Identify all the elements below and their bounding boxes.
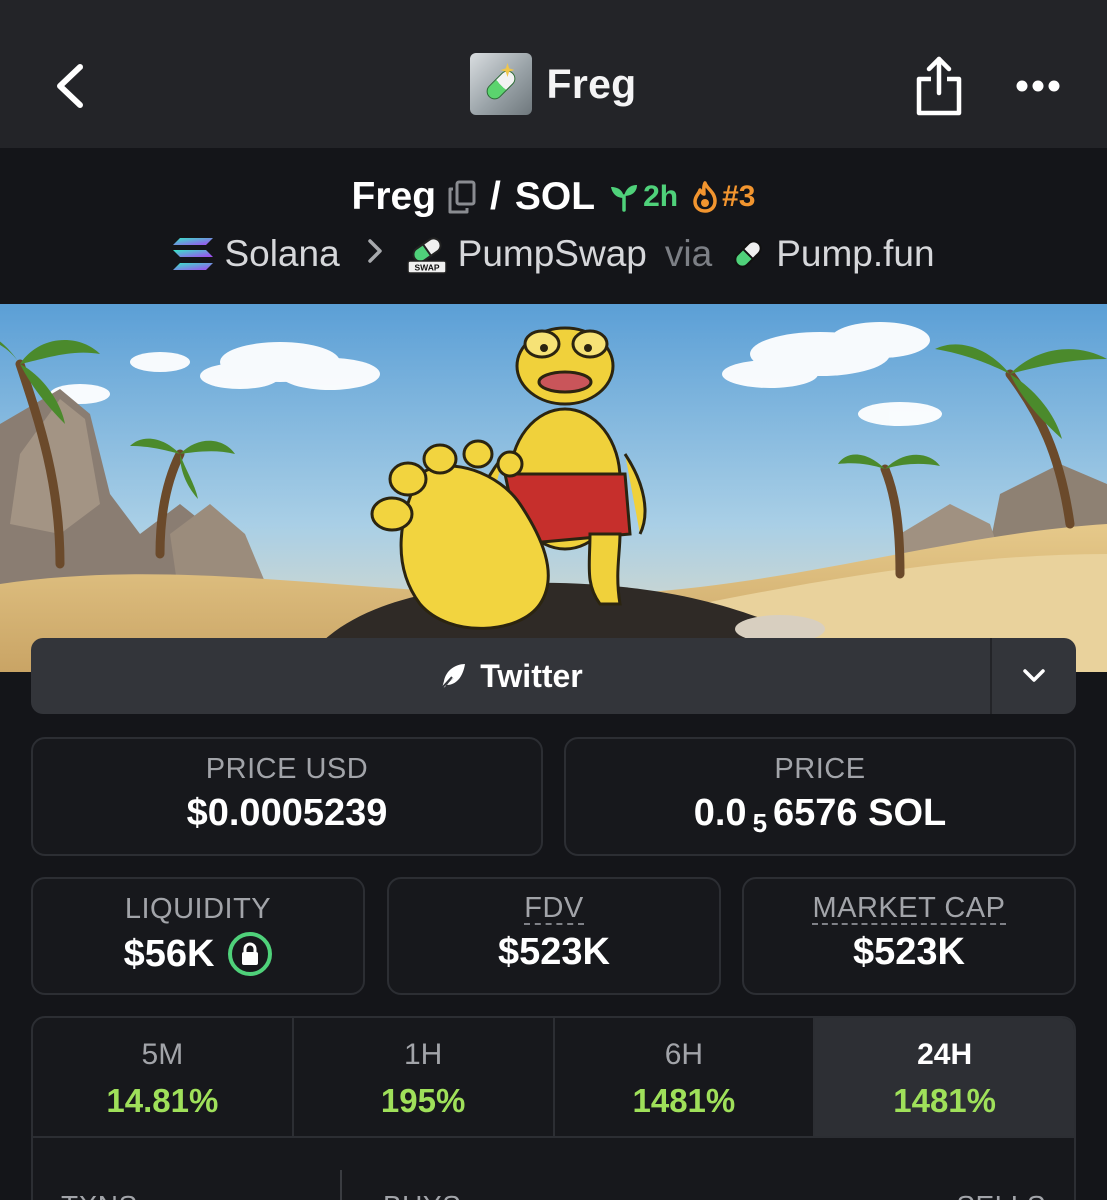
price-change-value: 1481% — [893, 1082, 996, 1119]
tab-label: 5M — [141, 1038, 184, 1071]
fdv-value: $523K — [498, 931, 610, 973]
trending-rank-badge[interactable]: #3 — [692, 180, 755, 214]
price-usd-card: PRICE USD $0.0005239 — [31, 737, 543, 856]
price-native-prefix: 0.0 — [693, 792, 747, 834]
via-text: via — [664, 233, 713, 274]
liquidity-value-row: $56K — [33, 932, 363, 976]
social-links-bar: Twitter — [31, 638, 1076, 714]
top-navigation-bar: Freg — [0, 0, 1107, 148]
liquidity-value: $56K — [123, 932, 215, 975]
lock-icon — [242, 942, 259, 965]
chain-link[interactable]: Solana — [172, 233, 340, 275]
buys-label: BUYS — [383, 1190, 461, 1200]
chevron-down-icon — [1023, 669, 1045, 682]
fdv-label[interactable]: FDV — [524, 893, 584, 925]
tab-6h[interactable]: 6H 1481% — [555, 1018, 816, 1136]
liquidity-card: LIQUIDITY $56K — [31, 877, 365, 995]
pair-separator: / — [490, 175, 501, 218]
price-native-label: PRICE — [774, 753, 866, 785]
tab-label: 24H — [917, 1038, 973, 1071]
liquidity-label: LIQUIDITY — [124, 893, 272, 925]
price-usd-label: PRICE USD — [205, 753, 369, 785]
token-banner-image — [0, 304, 1107, 672]
price-change-value: 1481% — [632, 1082, 736, 1119]
pair-age-badge: 2h — [609, 180, 678, 214]
share-button[interactable] — [908, 50, 970, 122]
market-cap-value: $523K — [853, 931, 965, 973]
twitter-button[interactable]: Twitter — [31, 638, 990, 714]
price-native-value: 0.0 5 6576 SOL — [566, 792, 1074, 838]
more-options-button[interactable] — [1005, 60, 1071, 112]
tab-label: 6H — [664, 1038, 704, 1071]
pair-route: Solana SWAP PumpSwap via Pump.fun — [0, 230, 1107, 278]
pair-title: Freg / SOL 2h #3 — [0, 172, 1107, 222]
page-title: Freg — [546, 60, 637, 107]
tab-label: 1H — [403, 1038, 443, 1071]
trending-rank-text: #3 — [722, 180, 756, 213]
dex-badge-text: SWAP — [414, 263, 439, 273]
seedling-icon — [611, 185, 638, 212]
price-change-value: 195% — [380, 1082, 466, 1119]
twitter-label: Twitter — [480, 657, 583, 694]
share-icon — [916, 56, 962, 116]
quote-token-symbol: SOL — [514, 175, 596, 218]
sells-label: SELLS — [956, 1190, 1046, 1200]
timeframe-tabs: 5M 14.81% 1H 195% 6H 1481% 24H 1481% — [33, 1018, 1074, 1138]
market-cap-card: MARKET CAP $523K — [742, 877, 1076, 995]
pumpfun-pill-icon — [734, 240, 762, 268]
pill-icon — [483, 67, 520, 103]
feather-icon — [440, 664, 466, 690]
pumpswap-icon: SWAP — [406, 237, 447, 274]
dex-name: PumpSwap — [457, 233, 647, 274]
price-native-suffix: 6576 SOL — [773, 792, 947, 834]
tab-1h[interactable]: 1H 195% — [294, 1018, 555, 1136]
dex-link[interactable]: SWAP PumpSwap — [406, 233, 647, 275]
txns-label: TXNS — [61, 1190, 138, 1200]
price-native-zero-count: 5 — [752, 808, 768, 838]
copy-address-button[interactable] — [448, 180, 476, 214]
token-logo — [470, 53, 533, 115]
price-change-panel: 5M 14.81% 1H 195% 6H 1481% 24H 1481% TXN… — [31, 1016, 1076, 1200]
launchpad-name: Pump.fun — [776, 233, 935, 274]
chevron-right-icon — [366, 235, 384, 274]
pair-age-text: 2h — [643, 180, 679, 213]
base-token-symbol: Freg — [351, 175, 437, 218]
more-horizontal-icon — [1016, 80, 1060, 92]
tab-5m[interactable]: 5M 14.81% — [33, 1018, 294, 1136]
tab-24h[interactable]: 24H 1481% — [815, 1018, 1074, 1136]
liquidity-lock-button[interactable] — [228, 932, 273, 976]
launchpad-link[interactable]: Pump.fun — [730, 233, 935, 275]
pair-header: Freg / SOL 2h #3 Solana SWAP PumpSwap vi… — [0, 148, 1107, 304]
transactions-row: TXNS BUYS SELLS — [33, 1140, 1074, 1200]
fdv-card: FDV $523K — [387, 877, 721, 995]
market-cap-label[interactable]: MARKET CAP — [812, 893, 1006, 925]
price-change-value: 14.81% — [106, 1082, 219, 1119]
flame-icon — [693, 181, 717, 213]
divider — [340, 1170, 342, 1200]
price-native-card: PRICE 0.0 5 6576 SOL — [564, 737, 1076, 856]
solana-icon — [173, 238, 214, 270]
price-usd-value: $0.0005239 — [186, 792, 388, 834]
chain-name: Solana — [224, 233, 340, 274]
social-dropdown-button[interactable] — [992, 638, 1076, 714]
copy-icon — [448, 180, 476, 214]
